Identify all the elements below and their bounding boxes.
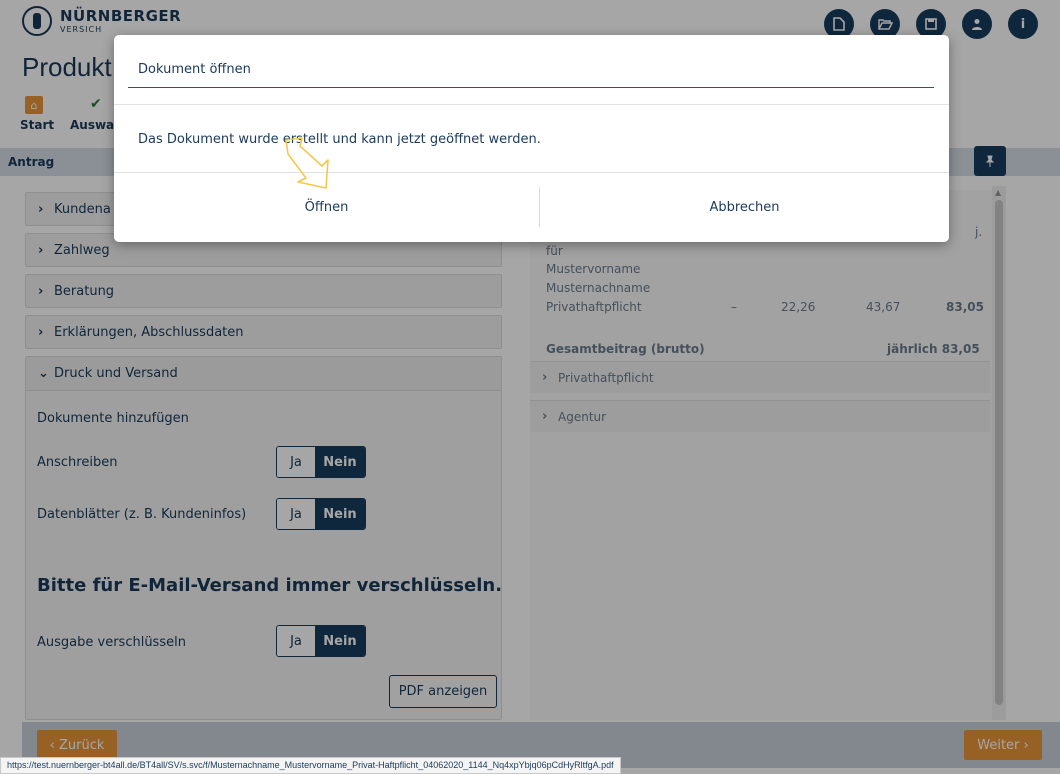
status-bar-url: https://test.nuernberger-bt4all.de/BT4al… [0, 757, 621, 774]
divider [114, 172, 949, 173]
dialog-title: Dokument öffnen [138, 62, 251, 77]
divider [114, 104, 949, 105]
open-document-dialog: Dokument öffnen Das Dokument wurde erste… [114, 35, 949, 242]
cancel-button[interactable]: Abbrechen [540, 174, 949, 240]
dialog-title-underline [128, 87, 934, 88]
cursor-pointer-icon [285, 137, 329, 189]
